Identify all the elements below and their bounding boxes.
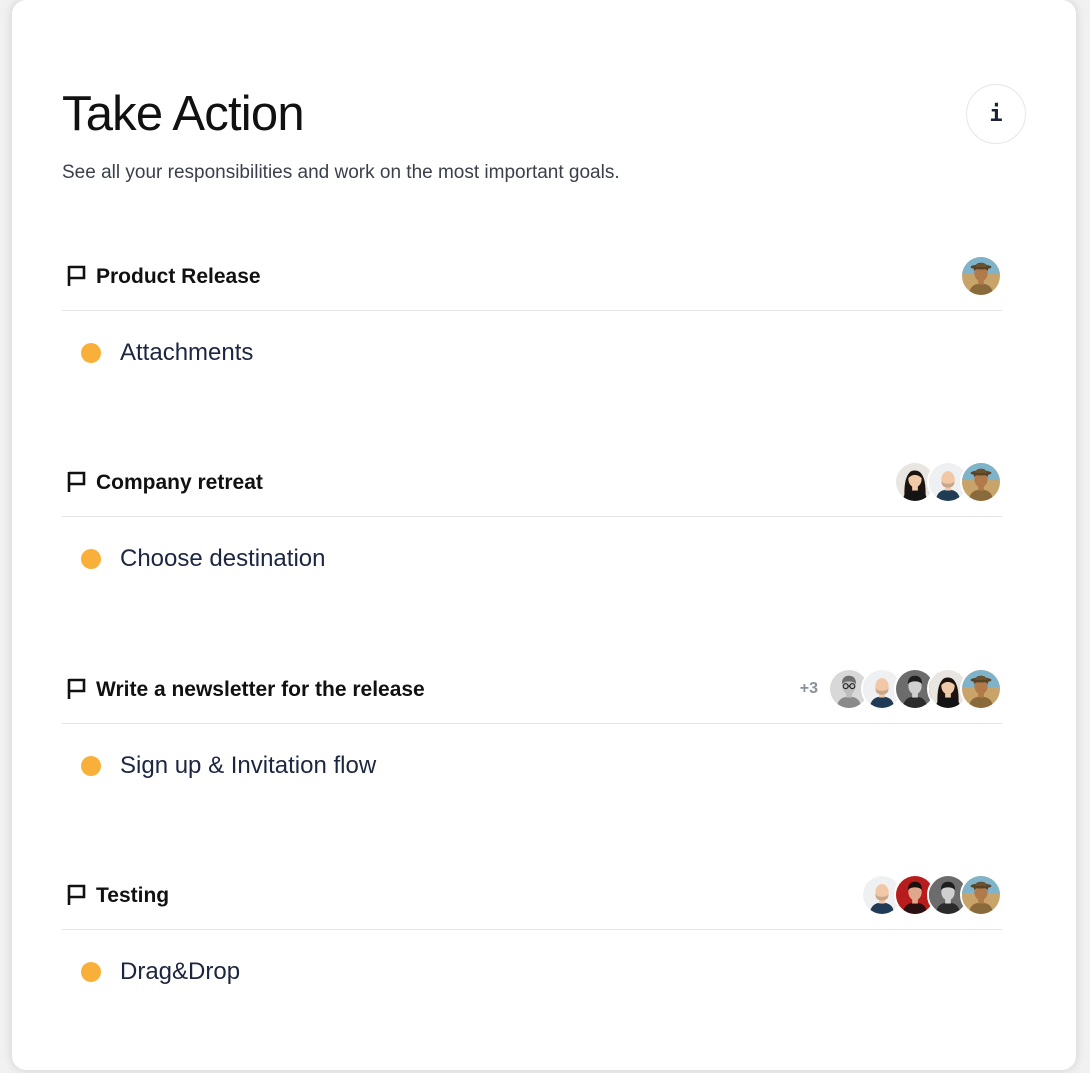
project-newsletter: Write a newsletter for the release +3 Si… [62, 667, 1002, 867]
project-company-retreat: Company retreat Choose destination [62, 460, 1002, 660]
member-avatars [894, 460, 1002, 504]
take-action-card: Take Action See all your responsibilitie… [12, 0, 1076, 1070]
member-avatars [861, 873, 1002, 917]
task-label: Choose destination [120, 545, 326, 572]
project-header[interactable]: Product Release [62, 254, 1002, 311]
task-item[interactable]: Choose destination [62, 544, 325, 574]
task-label: Drag&Drop [120, 958, 241, 985]
avatar[interactable] [960, 461, 1002, 503]
member-avatars [960, 254, 1002, 298]
status-dot [81, 756, 101, 776]
task-item[interactable]: Attachments [62, 338, 253, 368]
task-item[interactable]: Drag&Drop [62, 957, 240, 987]
page-subtitle: See all your responsibilities and work o… [62, 162, 620, 183]
flag-icon [67, 471, 86, 492]
project-header[interactable]: Company retreat [62, 460, 1002, 517]
project-title: Company retreat [96, 471, 263, 494]
info-button[interactable]: i [966, 84, 1026, 144]
project-title: Product Release [96, 265, 261, 288]
info-icon: i [989, 101, 1003, 127]
status-dot [81, 343, 101, 363]
flag-icon [67, 265, 86, 286]
project-product-release: Product Release Attachments [62, 254, 1002, 454]
flag-icon [67, 884, 86, 905]
project-header[interactable]: Write a newsletter for the release +3 [62, 667, 1002, 724]
avatar[interactable] [960, 874, 1002, 916]
project-header[interactable]: Testing [62, 873, 1002, 930]
task-item[interactable]: Sign up & Invitation flow [62, 751, 376, 781]
flag-icon [67, 678, 86, 699]
avatar[interactable] [960, 255, 1002, 297]
project-testing: Testing Drag&Drop [62, 873, 1002, 1073]
status-dot [81, 962, 101, 982]
project-title: Write a newsletter for the release [96, 678, 425, 701]
task-label: Sign up & Invitation flow [120, 752, 377, 779]
project-title: Testing [96, 884, 170, 907]
status-dot [81, 549, 101, 569]
task-label: Attachments [120, 339, 254, 366]
member-avatars: +3 [800, 667, 1002, 711]
avatar[interactable] [960, 668, 1002, 710]
extra-members-count[interactable]: +3 [800, 680, 818, 698]
page-title: Take Action [62, 87, 305, 141]
